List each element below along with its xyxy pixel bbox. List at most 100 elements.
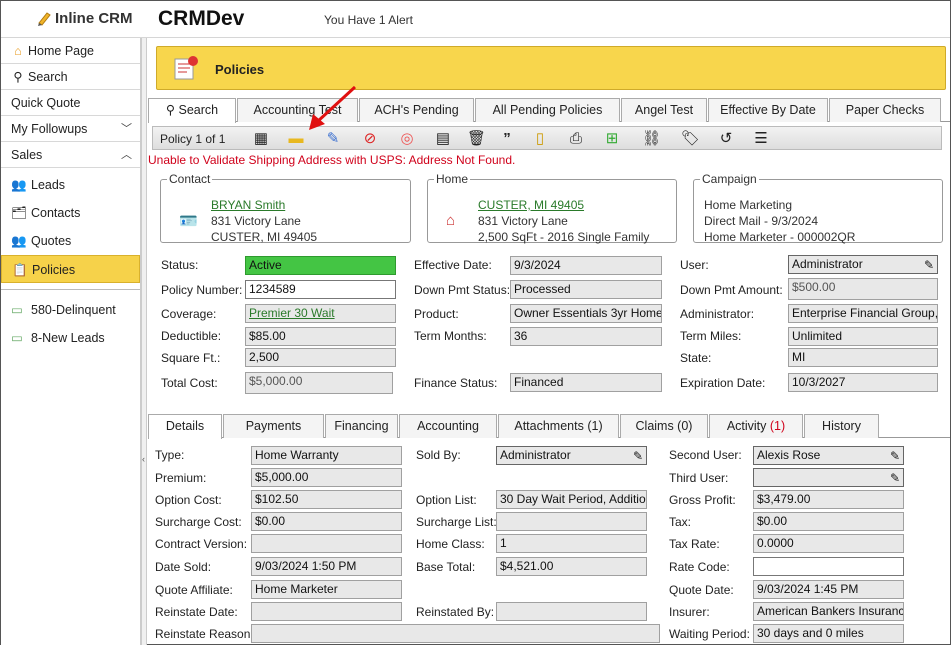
sidebar-item-quotes[interactable]: 👥 Quotes (1, 227, 140, 255)
cancel-icon[interactable]: ⊘ (361, 130, 379, 148)
sidebar-item-home[interactable]: ⌂ Home Page (1, 38, 140, 64)
term-months-field: 36 (510, 327, 662, 346)
sidebar-splitter[interactable]: ‹ (141, 38, 147, 645)
collapse-icon: ‹ (142, 454, 145, 464)
alert-link[interactable]: You Have 1 Alert (324, 13, 413, 27)
user-field[interactable]: Administrator ✎ (788, 255, 938, 274)
sidebar-item-policies[interactable]: 📋 Policies (1, 255, 140, 283)
campaign-line: Home Marketer - 000002QR (704, 230, 856, 244)
history-icon[interactable]: ↺ (717, 130, 735, 148)
tab-history[interactable]: History (804, 414, 879, 438)
tab-ach-pending[interactable]: ACH's Pending (359, 98, 474, 122)
expiration-date-field: 10/3/2027 (788, 373, 938, 392)
tab-all-pending-policies[interactable]: All Pending Policies (475, 98, 620, 122)
page-banner: Policies (156, 46, 946, 90)
calculator-icon[interactable]: ▤ (434, 130, 452, 148)
chevron-down-icon: ﹀ (121, 123, 132, 135)
pencil-icon[interactable]: ✎ (890, 470, 900, 486)
option-list-label: Option List: (416, 493, 477, 507)
search-tabs: ⚲ Search Accounting Test ACH's Pending A… (148, 98, 950, 123)
user-label: User: (680, 258, 709, 272)
leads-icon: 👥 (11, 178, 27, 192)
page-title: Policies (215, 62, 265, 77)
sidebar-item-contacts[interactable]: 🗂 Contacts (1, 199, 140, 227)
app-logo[interactable]: Inline CRM (36, 10, 133, 27)
reinstate-date-field (251, 602, 402, 621)
policy-number-field[interactable]: 1234589 (245, 280, 396, 299)
app-title: CRMDev (158, 7, 245, 30)
pencil-icon[interactable]: ✎ (633, 448, 643, 464)
sidebar-item-label: 8-New Leads (31, 331, 105, 345)
quote-affiliate-label: Quote Affiliate: (155, 583, 233, 597)
finance-status-label: Finance Status: (414, 376, 498, 390)
grid-icon[interactable]: ▦ (252, 130, 270, 148)
contact-city: CUSTER, MI 49405 (211, 230, 318, 244)
campaign-line: Home Marketing (704, 198, 793, 212)
sidebar-item-search[interactable]: ⚲ Search (1, 64, 140, 90)
tab-accounting[interactable]: Accounting (399, 414, 497, 438)
down-pmt-status-label: Down Pmt Status: (414, 283, 511, 297)
third-user-field[interactable]: ✎ (753, 468, 904, 487)
tab-attachments[interactable]: Attachments (1) (498, 414, 619, 438)
sidebar-item-followups[interactable]: My Followups ﹀ (1, 116, 140, 142)
sidebar-item-leads[interactable]: 👥 Leads (1, 171, 140, 199)
home-class-field: 1 (496, 534, 647, 553)
contact-name-link[interactable]: BRYAN Smith (211, 198, 285, 212)
tab-paper-checks[interactable]: Paper Checks (829, 98, 941, 122)
down-pmt-status-field: Processed (510, 280, 662, 299)
second-user-field[interactable]: Alexis Rose ✎ (753, 446, 904, 465)
effective-date-label: Effective Date: (414, 258, 492, 272)
document-icon[interactable]: ▯ (531, 130, 549, 148)
rate-code-field[interactable] (753, 557, 904, 576)
administrator-label: Administrator: (680, 307, 755, 321)
pencil-icon[interactable]: ✎ (890, 448, 900, 464)
sidebar-item-label: Quotes (31, 234, 72, 248)
tab-activity[interactable]: Activity (1) (709, 414, 803, 438)
contact-legend: Contact (169, 172, 211, 186)
quote-icon[interactable]: ” (498, 130, 516, 148)
sidebar-item-quick-quote[interactable]: Quick Quote (1, 90, 140, 116)
tab-financing[interactable]: Financing (325, 414, 398, 438)
sold-by-value: Administrator (500, 448, 571, 462)
tab-angel-test[interactable]: Angel Test (621, 98, 707, 122)
tab-details[interactable]: Details (148, 414, 222, 439)
tab-claims[interactable]: Claims (0) (620, 414, 708, 438)
quote-date-field: 9/03/2024 1:45 PM (753, 580, 904, 599)
trash-icon[interactable]: 🗑 (467, 130, 486, 148)
link-icon[interactable]: ⛓ (642, 130, 661, 148)
tags-icon[interactable]: 🏷 (681, 130, 700, 148)
term-miles-label: Term Miles: (680, 329, 742, 343)
pager-text: Policy 1 of 1 (160, 132, 226, 146)
tab-payments[interactable]: Payments (223, 414, 324, 438)
expiration-date-label: Expiration Date: (680, 376, 766, 390)
pencil-icon[interactable]: ✎ (924, 257, 934, 273)
sidebar-item-sales[interactable]: Sales ︿ (1, 142, 140, 168)
tab-effective-by-date[interactable]: Effective By Date (708, 98, 828, 122)
contact-card-icon: 🪪 (179, 213, 198, 230)
product-field: Owner Essentials 3yr Home (510, 304, 662, 323)
coverage-link[interactable]: Premier 30 Wait (249, 306, 335, 320)
quote-date-label: Quote Date: (669, 583, 734, 597)
sold-by-field[interactable]: Administrator ✎ (496, 446, 647, 465)
gross-profit-label: Gross Profit: (669, 493, 736, 507)
contacts-icon: 🗂 (11, 206, 27, 220)
surcharge-list-field (496, 512, 647, 531)
sidebar-queue-new-leads[interactable]: ▭ 8-New Leads (1, 324, 140, 352)
add-record-icon[interactable]: ⊞ (603, 130, 621, 148)
total-cost-label: Total Cost: (161, 376, 218, 390)
sidebar-queue-delinquent[interactable]: ▭ 580-Delinquent (1, 296, 140, 324)
lifebuoy-icon[interactable]: ◎ (398, 130, 416, 148)
type-field: Home Warranty (251, 446, 402, 465)
product-label: Product: (414, 307, 459, 321)
third-user-label: Third User: (669, 471, 729, 485)
date-sold-field: 9/03/2024 1:50 PM (251, 557, 402, 576)
user-value: Administrator (792, 257, 863, 271)
tab-search[interactable]: ⚲ Search (148, 98, 236, 123)
house-icon: ⌂ (446, 212, 456, 229)
policies-icon (174, 56, 198, 80)
home-city-link[interactable]: CUSTER, MI 49405 (478, 198, 584, 212)
sidebar-item-label: Search (28, 70, 68, 84)
list-icon[interactable]: ☰ (752, 130, 770, 148)
contract-version-label: Contract Version: (155, 537, 248, 551)
print-icon[interactable]: ⎙ (567, 130, 585, 148)
